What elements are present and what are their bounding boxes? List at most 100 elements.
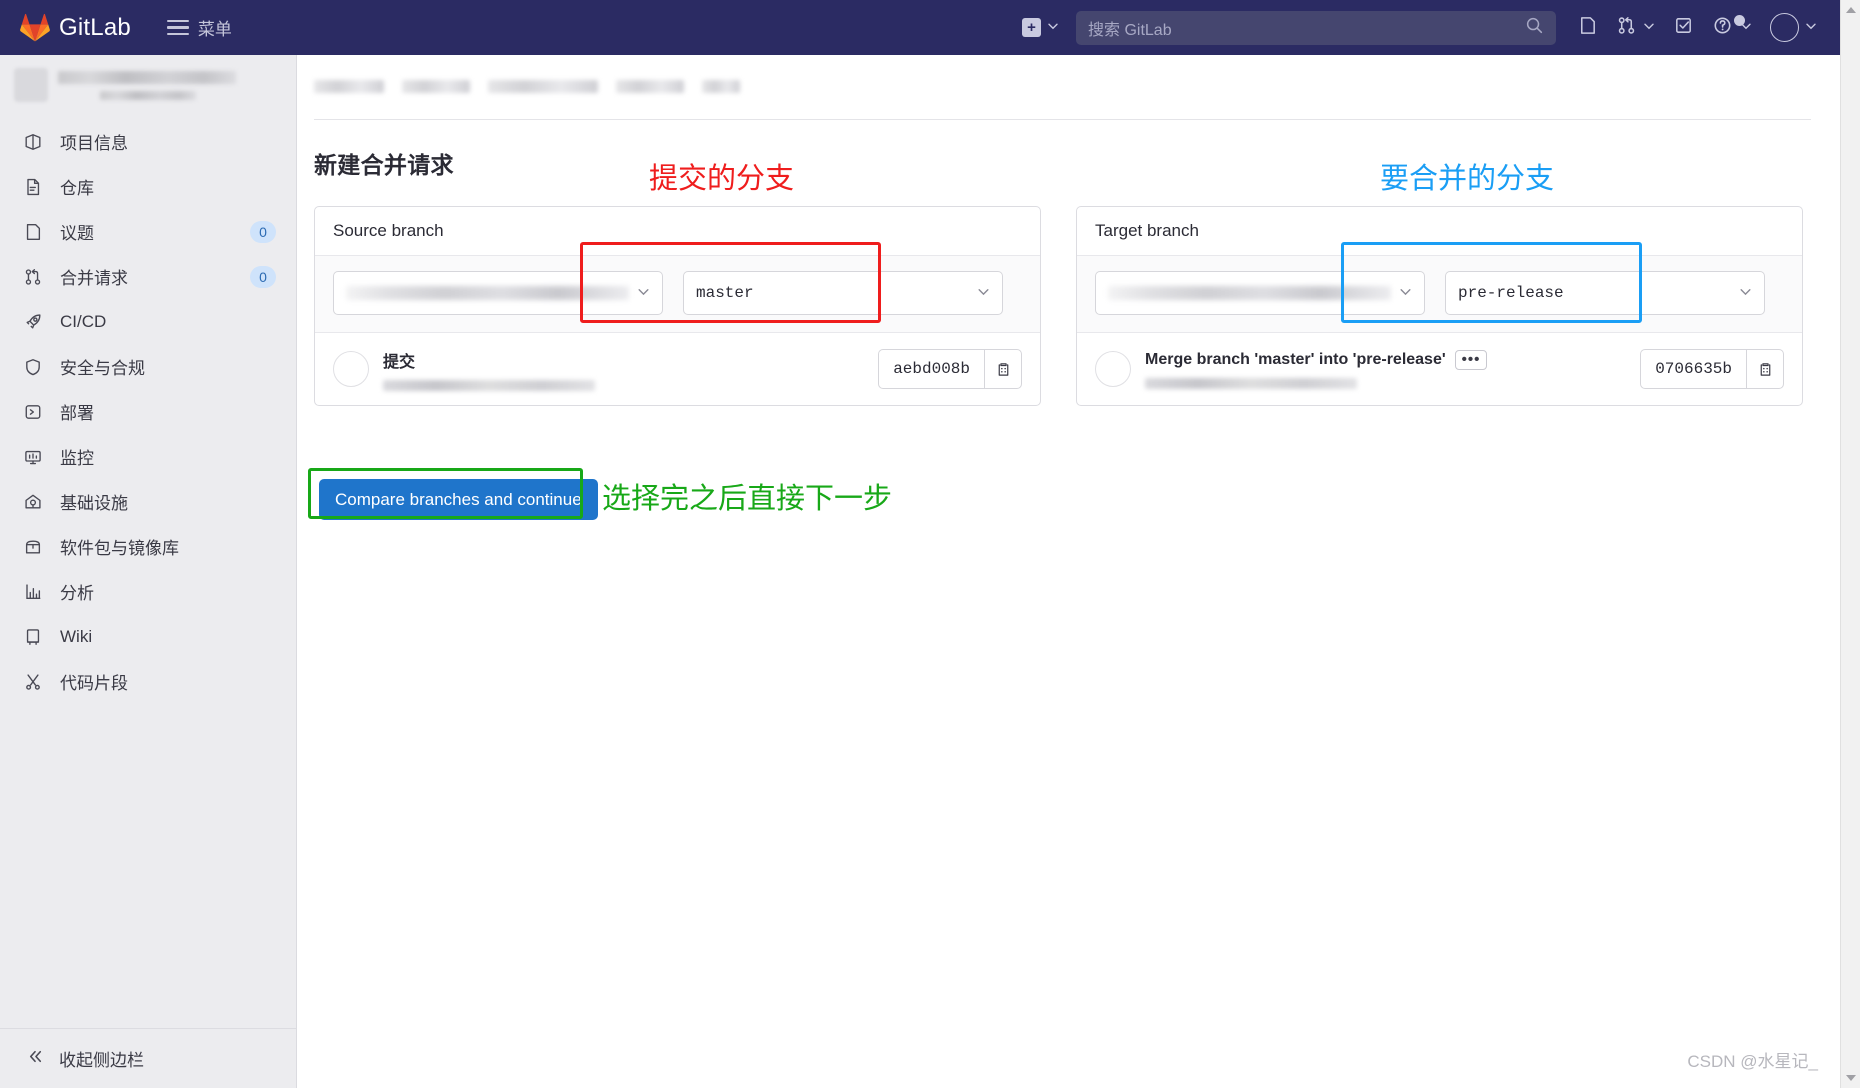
target-project-select[interactable] <box>1095 271 1425 315</box>
target-branch-card: Target branch pre-release Merge branch '… <box>1076 206 1803 406</box>
target-commit-row: Merge branch 'master' into 'pre-release'… <box>1077 333 1802 405</box>
todos-nav-button[interactable] <box>1664 8 1703 48</box>
sidebar-item-label: Wiki <box>60 626 93 646</box>
target-commit-body: Merge branch 'master' into 'pre-release'… <box>1145 349 1626 389</box>
source-branch-select[interactable]: master <box>683 271 1003 315</box>
sidebar-item-deploy[interactable]: 部署 <box>0 389 296 434</box>
copy-to-clipboard-icon[interactable] <box>1746 349 1784 389</box>
target-sha-group: 0706635b <box>1640 349 1784 389</box>
sidebar-item-project-info[interactable]: 项目信息 <box>0 119 296 164</box>
help-icon <box>1712 14 1734 41</box>
scroll-up-button[interactable] <box>1841 0 1860 20</box>
gitlab-logo-icon[interactable] <box>20 13 50 43</box>
target-branch-annotation: 要合并的分支 <box>1380 163 1555 195</box>
sidebar-item-label: 分析 <box>60 584 94 603</box>
user-menu-button[interactable] <box>1761 8 1826 48</box>
chevron-down-icon <box>1047 19 1059 37</box>
main-content: 新建合并请求 Source branch master 提交 aebd008b … <box>297 55 1840 1088</box>
todo-checkbox-icon <box>1673 15 1694 41</box>
snippet-icon <box>22 671 44 693</box>
sidebar-item-wiki[interactable]: Wiki <box>0 614 296 659</box>
source-project-select[interactable] <box>333 271 663 315</box>
infrastructure-icon <box>22 491 44 513</box>
shield-icon <box>22 356 44 378</box>
collapse-sidebar-button[interactable]: 收起侧边栏 <box>0 1028 296 1088</box>
sidebar-item-label: 部署 <box>60 404 94 423</box>
sidebar-nav-list: 项目信息 仓库 议题 0 合并请求 0 CI/CD 安全与合规 部署 监控 基础… <box>0 113 296 704</box>
project-info-icon <box>22 131 44 153</box>
sidebar-project-header[interactable] <box>0 55 296 113</box>
source-commit-sha: aebd008b <box>878 349 984 389</box>
issues-icon <box>1577 15 1598 41</box>
project-avatar <box>14 68 48 102</box>
chevron-double-left-icon <box>26 1047 45 1071</box>
sidebar-item-label: CI/CD <box>60 311 107 331</box>
compare-button-annotation: 选择完之后直接下一步 <box>602 483 893 515</box>
avatar <box>1770 13 1799 42</box>
target-branch-selects: pre-release <box>1077 256 1802 333</box>
target-commit-sha: 0706635b <box>1640 349 1746 389</box>
source-project-value-redacted <box>346 286 629 300</box>
search-input[interactable]: 搜索 GitLab <box>1076 10 1556 45</box>
source-commit-meta-redacted <box>383 379 595 391</box>
source-commit-title: 提交 <box>383 348 864 372</box>
target-branch-value: pre-release <box>1458 284 1564 302</box>
chevron-down-icon <box>977 285 990 301</box>
plus-square-icon: + <box>1022 18 1041 37</box>
merge-requests-count-badge: 0 <box>250 265 276 288</box>
breadcrumb <box>314 77 854 95</box>
breadcrumb-segment <box>488 79 598 93</box>
navbar-right-group: + 搜索 GitLab <box>1013 0 1840 55</box>
sidebar-item-cicd[interactable]: CI/CD <box>0 299 296 344</box>
chevron-down-icon <box>1643 19 1655 37</box>
breadcrumb-segment <box>314 79 384 93</box>
chevron-down-icon <box>1846 1075 1856 1081</box>
analytics-icon <box>22 581 44 603</box>
source-branch-annotation: 提交的分支 <box>649 163 795 195</box>
target-branch-select[interactable]: pre-release <box>1445 271 1765 315</box>
source-sha-group: aebd008b <box>878 349 1022 389</box>
create-new-button[interactable]: + <box>1013 8 1068 48</box>
merge-requests-nav-button[interactable] <box>1607 8 1664 48</box>
notification-dot <box>1734 14 1745 26</box>
source-commit-body: 提交 <box>383 348 864 391</box>
target-commit-meta-redacted <box>1145 377 1357 389</box>
scroll-down-button[interactable] <box>1841 1068 1860 1088</box>
sidebar-item-repository[interactable]: 仓库 <box>0 164 296 209</box>
expand-commit-message-button[interactable]: ••• <box>1454 349 1488 370</box>
sidebar-item-merge-requests[interactable]: 合并请求 0 <box>0 254 296 299</box>
source-branch-value: master <box>696 284 754 302</box>
sidebar-item-packages[interactable]: 软件包与镜像库 <box>0 524 296 569</box>
main-menu-button[interactable]: 菜单 <box>166 15 232 40</box>
project-name-redacted <box>58 70 282 100</box>
page-scrollbar[interactable] <box>1840 0 1860 1088</box>
chevron-up-icon <box>1846 7 1856 13</box>
collapse-sidebar-label: 收起侧边栏 <box>59 1051 144 1070</box>
sidebar-item-issues[interactable]: 议题 0 <box>0 209 296 254</box>
sidebar-item-label: 仓库 <box>60 179 94 198</box>
avatar <box>1095 351 1131 387</box>
sidebar-item-security[interactable]: 安全与合规 <box>0 344 296 389</box>
csdn-watermark: CSDN @水星记_ <box>1687 1052 1818 1071</box>
source-branch-card: Source branch master 提交 aebd008b <box>314 206 1041 406</box>
breadcrumb-segment <box>702 79 740 93</box>
sidebar-item-monitor[interactable]: 监控 <box>0 434 296 479</box>
source-branch-heading: Source branch <box>315 207 1040 256</box>
project-path-blur <box>100 90 196 100</box>
issues-nav-button[interactable] <box>1568 8 1607 48</box>
header-divider <box>314 119 1811 120</box>
branch-selection-row: Source branch master 提交 aebd008b Target … <box>314 206 1840 406</box>
source-branch-selects: master <box>315 256 1040 333</box>
search-icon <box>1525 16 1544 40</box>
issues-count-badge: 0 <box>250 220 276 243</box>
issues-icon <box>22 221 44 243</box>
copy-to-clipboard-icon[interactable] <box>984 349 1022 389</box>
wiki-icon <box>22 626 44 648</box>
merge-request-icon <box>22 266 44 288</box>
chevron-down-icon <box>1805 19 1817 37</box>
sidebar-item-analytics[interactable]: 分析 <box>0 569 296 614</box>
sidebar-item-infrastructure[interactable]: 基础设施 <box>0 479 296 524</box>
sidebar-item-snippets[interactable]: 代码片段 <box>0 659 296 704</box>
compare-branches-button[interactable]: Compare branches and continue <box>319 479 598 520</box>
help-nav-button[interactable] <box>1703 8 1761 48</box>
